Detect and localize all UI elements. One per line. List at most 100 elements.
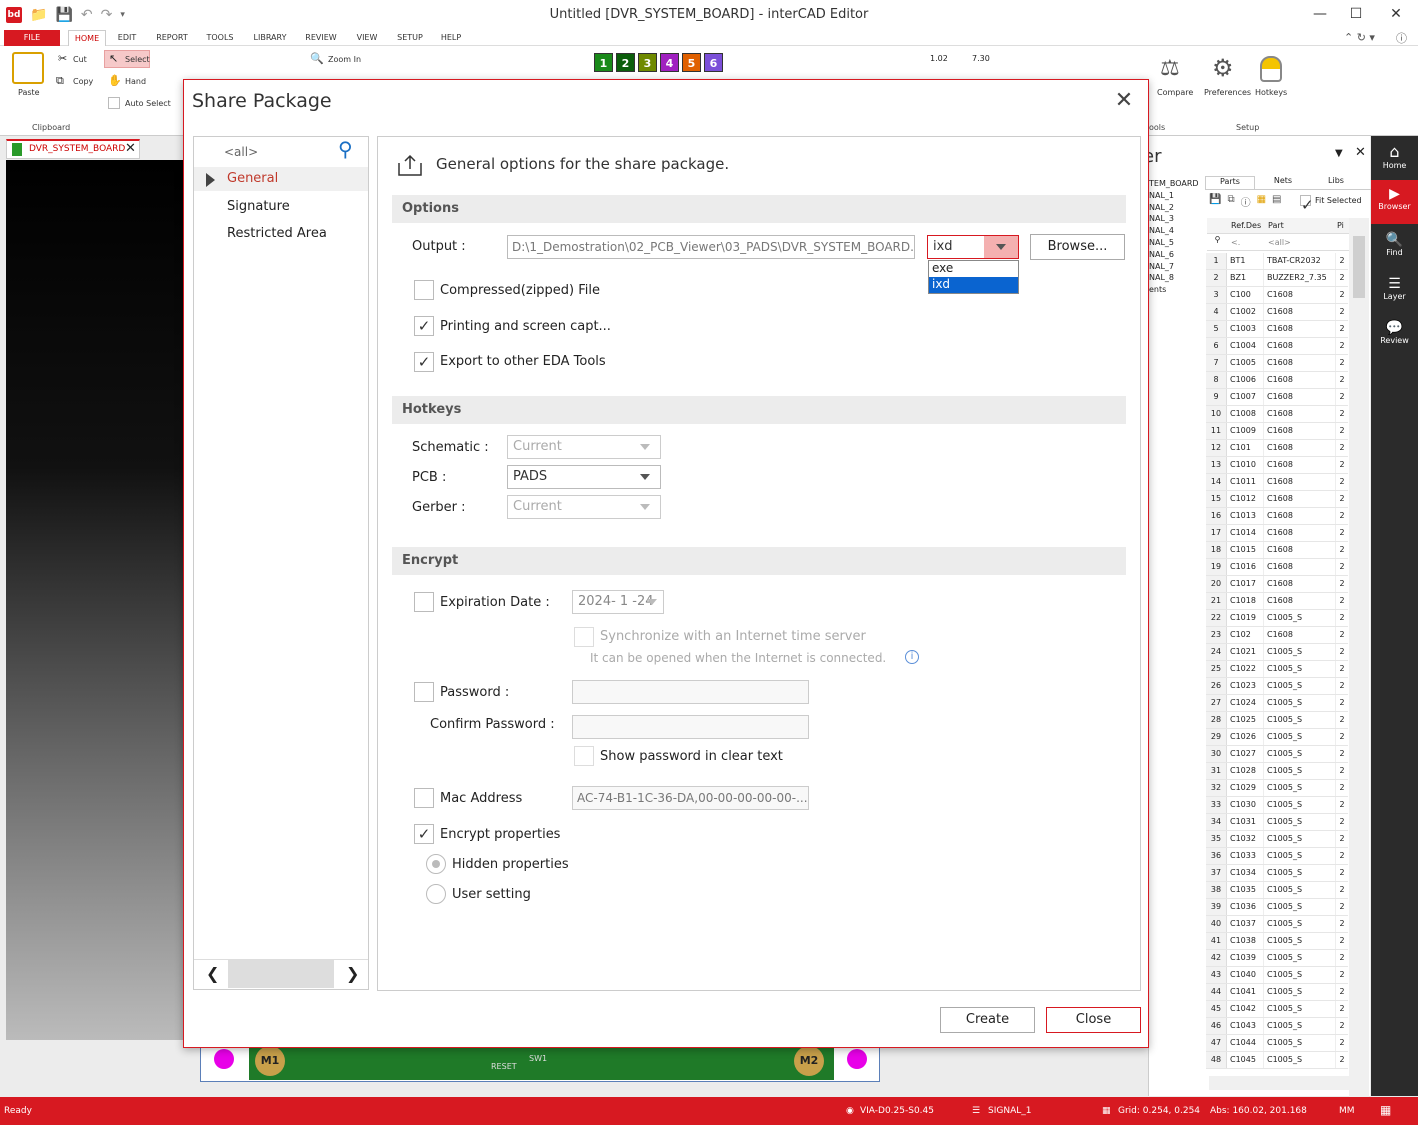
tab-library[interactable]: LIBRARY xyxy=(248,30,292,46)
table-row[interactable]: 15 C1012 C1608 2 xyxy=(1206,491,1348,508)
table-row[interactable]: 38 C1035 C1005_S 2 xyxy=(1206,882,1348,899)
nav-item-signature[interactable]: Signature xyxy=(227,199,290,214)
grid-scroll-thumb[interactable] xyxy=(1353,236,1365,298)
close-window-icon[interactable]: ✕ xyxy=(1386,6,1406,22)
table-row[interactable]: 13 C1010 C1608 2 xyxy=(1206,457,1348,474)
signal-tree-item[interactable]: NAL_7 xyxy=(1149,261,1205,273)
table-row[interactable]: 40 C1037 C1005_S 2 xyxy=(1206,916,1348,933)
tab-parts[interactable]: Parts xyxy=(1205,176,1255,189)
table-row[interactable]: 32 C1029 C1005_S 2 xyxy=(1206,780,1348,797)
table-row[interactable]: 24 C1021 C1005_S 2 xyxy=(1206,644,1348,661)
tab-file[interactable]: FILE xyxy=(4,30,60,46)
tab-help[interactable]: HELP xyxy=(436,30,466,46)
expiration-checkbox[interactable] xyxy=(414,592,434,612)
signal-tree-item[interactable]: ents xyxy=(1149,284,1205,296)
signal-tree-item[interactable]: TEM_BOARD xyxy=(1149,178,1205,190)
encrypt-properties-checkbox[interactable] xyxy=(414,824,434,844)
table-row[interactable]: 1 BT1 TBAT-CR2032 2 xyxy=(1206,253,1348,270)
status-layer[interactable]: SIGNAL_1 xyxy=(988,1106,1031,1116)
hand-icon[interactable]: ✋ xyxy=(108,74,122,87)
table-row[interactable]: 18 C1015 C1608 2 xyxy=(1206,542,1348,559)
zoom-in-icon[interactable]: 🔍 xyxy=(310,52,324,65)
output-format-select[interactable]: ixd xyxy=(927,235,1019,259)
tab-setup[interactable]: SETUP xyxy=(392,30,428,46)
table-row[interactable]: 31 C1028 C1005_S 2 xyxy=(1206,763,1348,780)
filter-refdes[interactable]: <. xyxy=(1228,235,1265,250)
export-eda-checkbox[interactable] xyxy=(414,352,434,372)
table-row[interactable]: 46 C1043 C1005_S 2 xyxy=(1206,1018,1348,1035)
scroll-right-icon[interactable]: ❯ xyxy=(346,964,359,983)
signal-tree-item[interactable]: NAL_1 xyxy=(1149,190,1205,202)
pcb-canvas[interactable] xyxy=(6,160,186,1040)
layer-4-button[interactable]: 4 xyxy=(660,53,679,72)
table-row[interactable]: 4 C1002 C1608 2 xyxy=(1206,304,1348,321)
format-option-exe[interactable]: exe xyxy=(929,261,1018,277)
signal-tree-item[interactable]: NAL_4 xyxy=(1149,225,1205,237)
table-row[interactable]: 45 C1042 C1005_S 2 xyxy=(1206,1001,1348,1018)
table-row[interactable]: 29 C1026 C1005_S 2 xyxy=(1206,729,1348,746)
table-row[interactable]: 5 C1003 C1608 2 xyxy=(1206,321,1348,338)
nav-item-general[interactable]: General xyxy=(194,167,368,191)
table-row[interactable]: 33 C1030 C1005_S 2 xyxy=(1206,797,1348,814)
compressed-checkbox[interactable] xyxy=(414,280,434,300)
help-icon[interactable]: ⓘ xyxy=(1396,30,1407,46)
close-tab-icon[interactable]: ✕ xyxy=(125,141,136,156)
layer-nav[interactable]: ☰ Layer xyxy=(1371,276,1418,301)
category-search-input[interactable]: <all> xyxy=(224,145,258,159)
table-row[interactable]: 22 C1019 C1005_S 2 xyxy=(1206,610,1348,627)
table-row[interactable]: 48 C1045 C1005_S 2 xyxy=(1206,1052,1348,1069)
signal-tree-item[interactable]: NAL_6 xyxy=(1149,249,1205,261)
output-path-field[interactable]: D:\1_Demostration\02_PCB_Viewer\03_PADS\… xyxy=(507,235,915,259)
info-icon[interactable]: ⓘ xyxy=(1241,194,1251,209)
table-row[interactable]: 28 C1025 C1005_S 2 xyxy=(1206,712,1348,729)
pcb-hotkey-select[interactable]: PADS xyxy=(507,465,661,489)
table-row[interactable]: 11 C1009 C1608 2 xyxy=(1206,423,1348,440)
scroll-left-icon[interactable]: ❮ xyxy=(206,964,219,983)
table-row[interactable]: 27 C1024 C1005_S 2 xyxy=(1206,695,1348,712)
nav-item-restricted-area[interactable]: Restricted Area xyxy=(227,226,327,241)
preferences-button[interactable]: Preferences xyxy=(1204,88,1251,97)
select-button[interactable]: Select ↖ xyxy=(104,50,150,68)
table-row[interactable]: 3 C100 C1608 2 xyxy=(1206,287,1348,304)
table-row[interactable]: 9 C1007 C1608 2 xyxy=(1206,389,1348,406)
home-nav[interactable]: ⌂ Home xyxy=(1371,142,1418,170)
filter-part[interactable]: <all> xyxy=(1265,235,1337,250)
compare-icon[interactable]: ⚖ xyxy=(1160,56,1180,81)
password-checkbox[interactable] xyxy=(414,682,434,702)
table-row[interactable]: 2 BZ1 BUZZER2_7.35 2 xyxy=(1206,270,1348,287)
signal-tree-item[interactable]: NAL_2 xyxy=(1149,202,1205,214)
table-row[interactable]: 6 C1004 C1608 2 xyxy=(1206,338,1348,355)
table-row[interactable]: 42 C1039 C1005_S 2 xyxy=(1206,950,1348,967)
table-row[interactable]: 39 C1036 C1005_S 2 xyxy=(1206,899,1348,916)
table-row[interactable]: 30 C1027 C1005_S 2 xyxy=(1206,746,1348,763)
copy-icon[interactable]: ⧉ xyxy=(56,74,64,88)
table-row[interactable]: 21 C1018 C1608 2 xyxy=(1206,593,1348,610)
grid-color-icon[interactable]: ▦ xyxy=(1257,194,1266,209)
signal-tree-item[interactable]: NAL_3 xyxy=(1149,213,1205,225)
layer-6-button[interactable]: 6 xyxy=(704,53,723,72)
layer-2-button[interactable]: 2 xyxy=(616,53,635,72)
table-row[interactable]: 8 C1006 C1608 2 xyxy=(1206,372,1348,389)
table-row[interactable]: 7 C1005 C1608 2 xyxy=(1206,355,1348,372)
table-row[interactable]: 35 C1032 C1005_S 2 xyxy=(1206,831,1348,848)
tab-edit[interactable]: EDIT xyxy=(112,30,142,46)
header-part[interactable]: Part xyxy=(1265,218,1337,233)
create-button[interactable]: Create xyxy=(940,1007,1035,1033)
signal-tree-item[interactable]: NAL_5 xyxy=(1149,237,1205,249)
table-row[interactable]: 10 C1008 C1608 2 xyxy=(1206,406,1348,423)
format-option-ixd[interactable]: ixd xyxy=(929,277,1018,293)
printing-checkbox[interactable] xyxy=(414,316,434,336)
category-hscrollbar[interactable]: ❮ ❯ xyxy=(194,959,368,989)
hotkeys-icon[interactable] xyxy=(1260,56,1282,82)
table-row[interactable]: 41 C1038 C1005_S 2 xyxy=(1206,933,1348,950)
table-row[interactable]: 16 C1013 C1608 2 xyxy=(1206,508,1348,525)
maximize-icon[interactable]: ☐ xyxy=(1346,6,1366,22)
status-unit[interactable]: MM xyxy=(1339,1106,1355,1116)
cut-icon[interactable]: ✂ xyxy=(58,52,67,65)
review-nav[interactable]: 💬 Review xyxy=(1371,320,1418,345)
fit-selected-checkbox[interactable] xyxy=(1300,195,1311,206)
save-icon[interactable]: 💾 xyxy=(1209,194,1221,209)
table-row[interactable]: 19 C1016 C1608 2 xyxy=(1206,559,1348,576)
panel-menu-icon[interactable]: ▼ xyxy=(1335,148,1343,159)
panel-close-icon[interactable]: ✕ xyxy=(1355,145,1366,160)
